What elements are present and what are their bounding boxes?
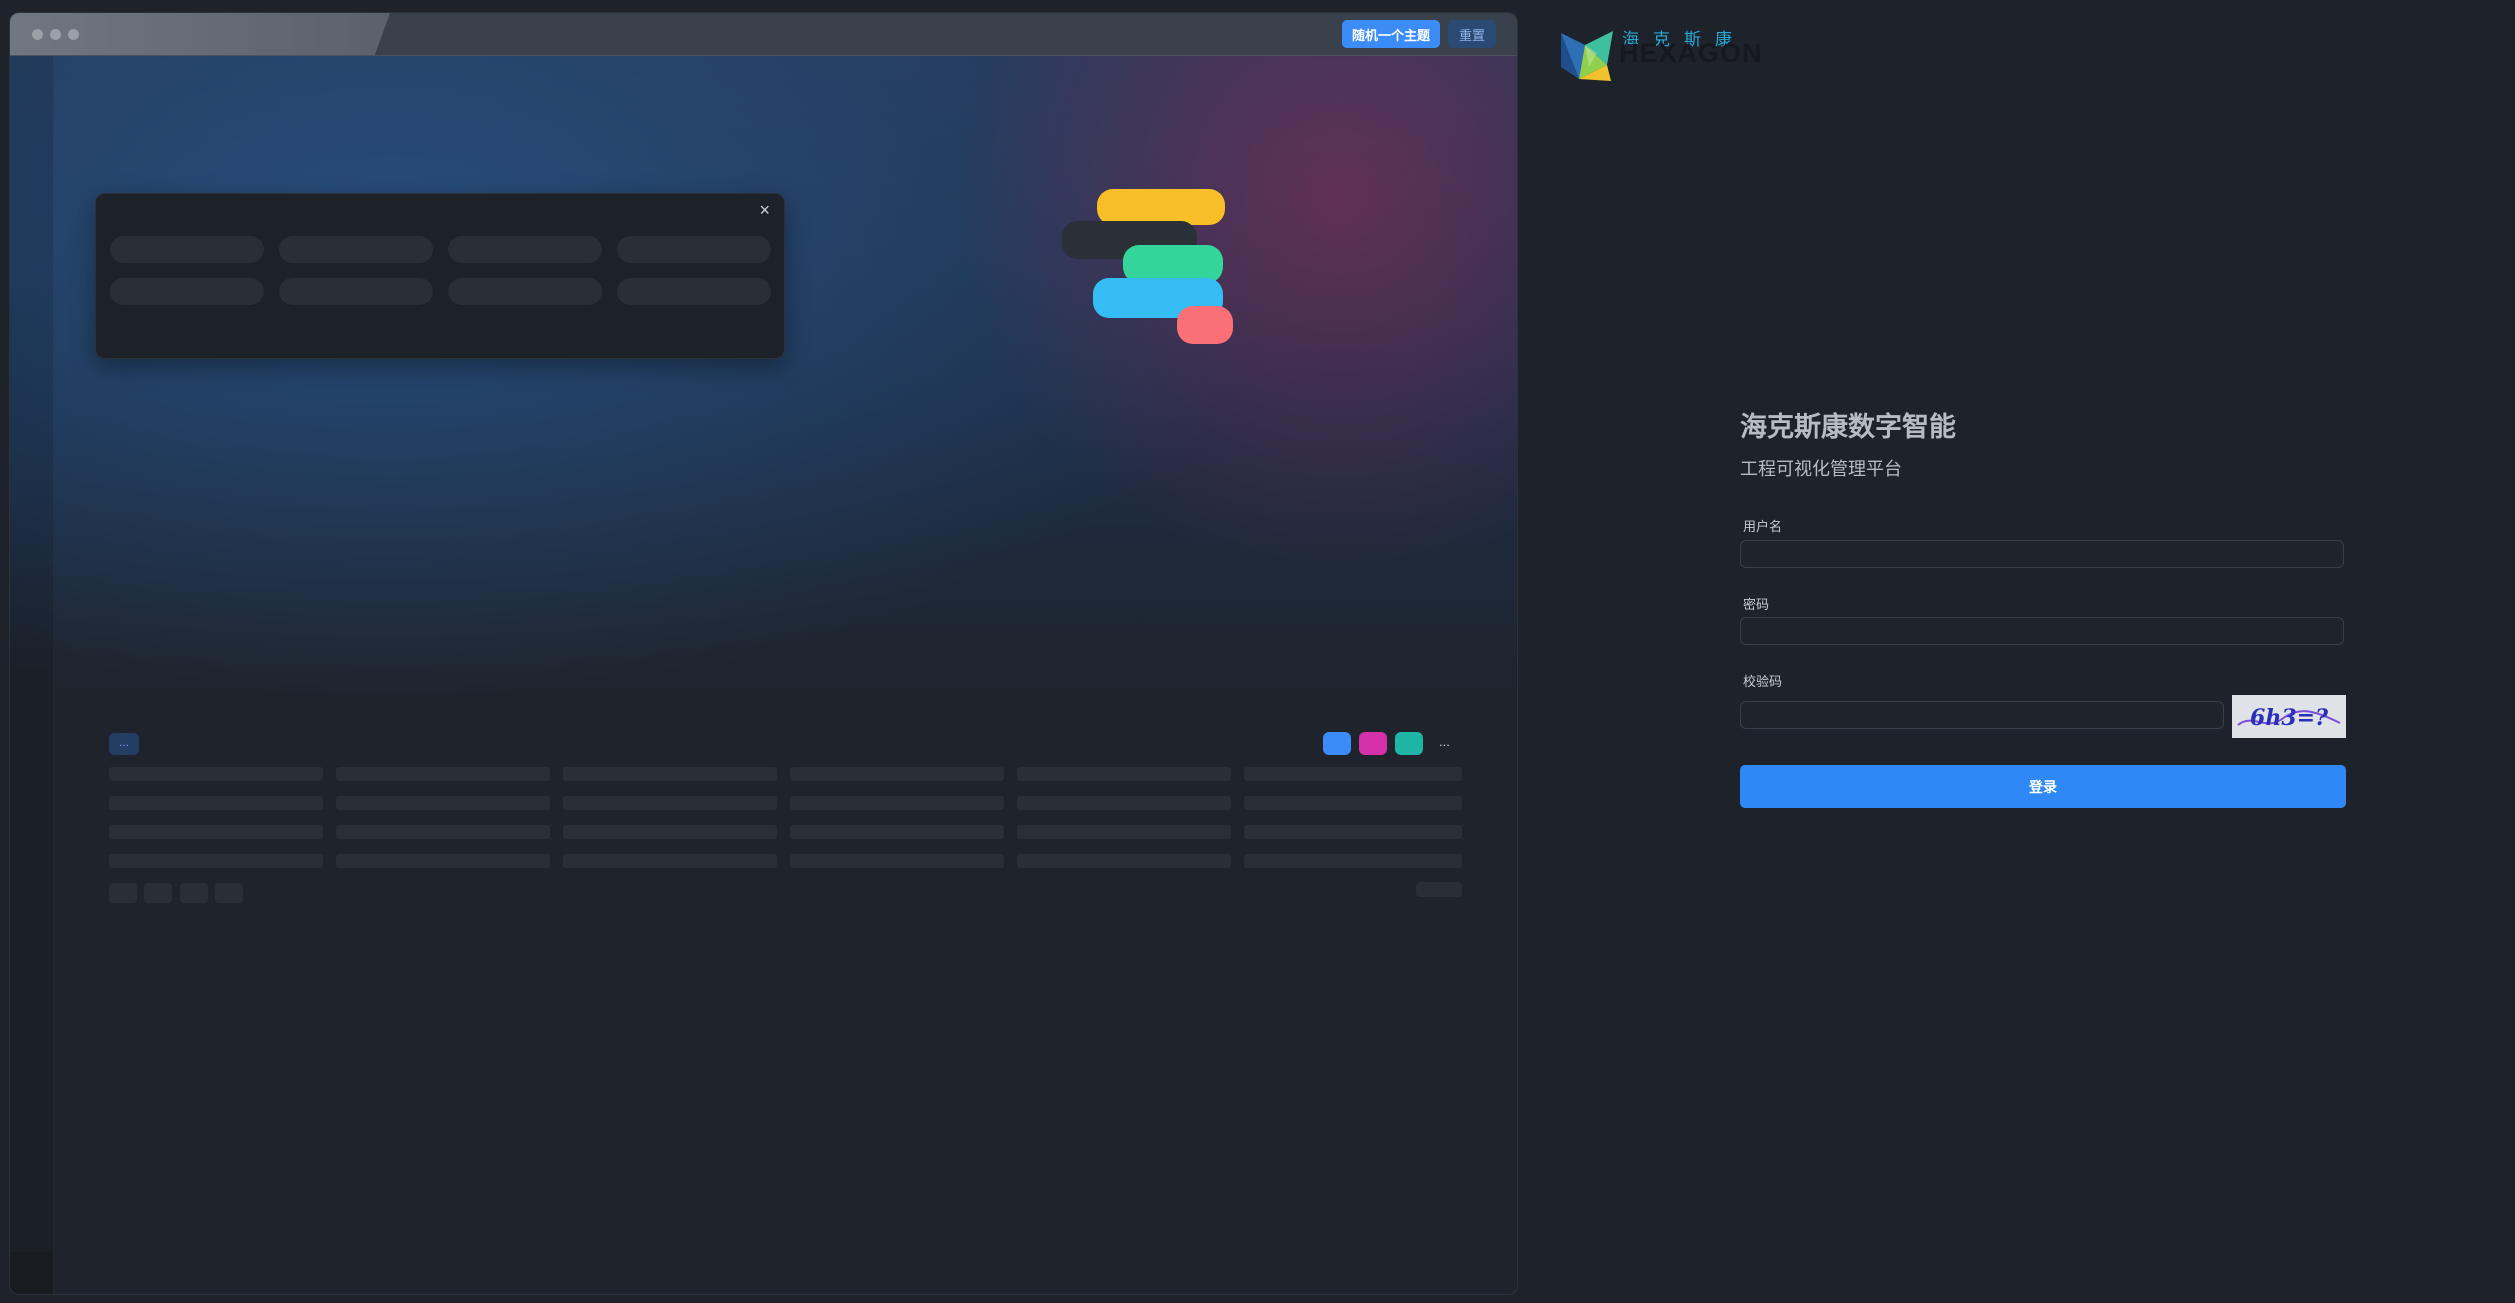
logo-english-text: HEXAGON [1619,38,1763,68]
skeleton-cell [1017,796,1231,810]
window-controls [32,29,79,40]
preview-dialog: × [95,193,785,359]
pagination-chip[interactable] [144,883,172,903]
skeleton-cell [790,825,1004,839]
skeleton-cell [109,767,323,781]
skeleton-cell [1017,825,1231,839]
skeleton-cell [109,825,323,839]
window-dot[interactable] [32,29,43,40]
captcha-input[interactable] [1740,701,2224,729]
skeleton-cell [790,767,1004,781]
theme-preview-window: 随机一个主题 重置 × ... ... [9,12,1518,1295]
window-dot[interactable] [68,29,79,40]
color-swatch-teal[interactable] [1395,732,1423,755]
skeleton-cell [109,854,323,868]
skeleton-pill [448,236,602,263]
pagination-size[interactable] [1416,882,1462,897]
window-dot[interactable] [50,29,61,40]
reset-theme-button[interactable]: 重置 [1448,20,1496,48]
chat-bubble [1177,306,1233,344]
color-swatch-blue[interactable] [1323,732,1351,755]
skeleton-cell [109,796,323,810]
toolbar-tag[interactable]: ... [109,733,139,755]
skeleton-cell [563,825,777,839]
login-title: 海克斯康数字智能 [1740,412,1956,442]
skeleton-cell [336,854,550,868]
skeleton-pill [279,236,433,263]
captcha-text: 6h3=? [2250,705,2329,731]
username-input[interactable] [1740,540,2344,568]
skeleton-pill [448,278,602,305]
preview-titlebar: 随机一个主题 重置 [10,13,1517,56]
skeleton-pill [617,236,771,263]
skeleton-cell [1244,825,1462,839]
chat-bubble [1097,189,1225,225]
color-swatch-pink[interactable] [1359,732,1387,755]
login-subtitle: 工程可视化管理平台 [1740,459,1902,479]
preview-sidebar [10,56,54,1294]
skeleton-cell [1017,767,1231,781]
username-label: 用户名 [1743,519,1783,534]
skeleton-pill [110,236,264,263]
skeleton-cell [336,767,550,781]
login-button[interactable]: 登录 [1740,765,2346,808]
skeleton-cell [1017,854,1231,868]
skeleton-cell [563,767,777,781]
password-input[interactable] [1740,617,2344,645]
captcha-label: 校验码 [1743,674,1783,689]
random-theme-button[interactable]: 随机一个主题 [1342,20,1440,48]
skeleton-cell [1244,854,1462,868]
skeleton-pill [110,278,264,305]
skeleton-cell [790,796,1004,810]
skeleton-cell [790,854,1004,868]
skeleton-cell [563,854,777,868]
skeleton-pill [617,278,771,305]
close-icon[interactable]: × [759,200,770,221]
pagination-chip[interactable] [109,883,137,903]
password-label: 密码 [1743,597,1770,612]
skeleton-cell [336,825,550,839]
skeleton-cell [1244,767,1462,781]
captcha-image[interactable]: 6h3=? [2232,695,2346,738]
skeleton-cell [1244,796,1462,810]
preview-sidebar-footer [10,1252,53,1294]
pagination-chip[interactable] [180,883,208,903]
skeleton-cell [563,796,777,810]
preview-hero-background [10,56,1517,696]
pagination-chip[interactable] [215,883,243,903]
skeleton-cell [336,796,550,810]
skeleton-pill [279,278,433,305]
toolbar-more[interactable]: ... [1439,734,1450,749]
